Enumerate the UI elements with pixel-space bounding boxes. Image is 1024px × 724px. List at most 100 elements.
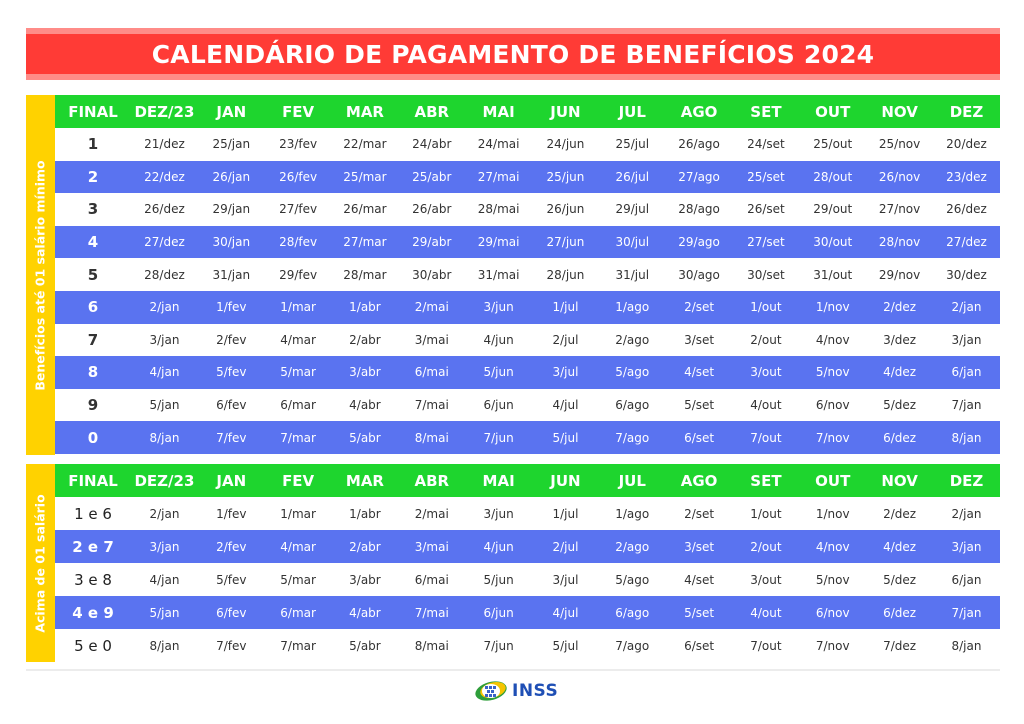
payment-date-cell: 8/mai [398,421,466,454]
column-header-month: FEV [264,95,332,128]
table-row: 1 e 6 2/jan 1/fev 1/mar 1/abr 2/mai 3/jun 1/jul… [55,497,1000,530]
payment-date-cell: 28/dez [144,267,185,282]
final-digit-cell: 8 [55,356,132,389]
payment-date-cell: 7/ago [598,421,666,454]
payment-date-cell: 4/set [684,572,715,587]
payment-date-cell: 6/fev [197,596,265,629]
payment-date-cell: 3/mai [414,332,449,347]
table-row: 8 4/jan 5/fev 5/mar 3/abr 6/mai 5/jun 3/jul 5/ag… [55,356,1000,389]
payment-date-cell: 5/fev [216,572,247,587]
column-header-month: JAN [197,95,265,128]
payment-date-cell: 3/dez [883,332,917,347]
payment-date-cell: 29/ago [665,225,733,259]
payment-date-cell: 2/set [665,290,733,324]
payment-date-cell: 5/jan [131,596,198,629]
payment-date-cell: 2/jul [532,530,599,563]
payment-date-cell: 23/dez [932,160,1000,194]
payment-date-cell: 3/out [750,572,782,587]
column-header-month: JUL [598,464,666,497]
payment-table-above-minimum-wage: FINAL DEZ/23 JAN FEV MAR ABR MAI JUN JUL AGO SET OU… [55,464,1000,662]
payment-date-cell: 28/ago [678,202,720,217]
payment-date-cell: 5/dez [883,572,917,587]
payment-date-cell: 28/nov [866,225,933,259]
payment-date-cell: 26/dez [946,202,987,217]
payment-date-cell: 2/jan [951,506,982,521]
payment-date-cell: 2/out [732,530,800,563]
payment-date-cell: 4/mar [280,332,316,347]
payment-date-cell: 8/mai [414,638,449,653]
payment-date-cell: 3/mai [398,530,466,563]
payment-date-cell: 4/jul [552,398,579,413]
column-header-month: ABR [398,95,466,128]
column-header-month: MAI [465,95,533,128]
payment-date-cell: 6/mar [264,596,332,629]
payment-date-cell: 5/abr [349,638,381,653]
payment-date-cell: 25/jun [532,160,599,194]
payment-date-cell: 4/jan [131,356,198,389]
payment-date-cell: 6/nov [815,398,850,413]
payment-date-cell: 6/jan [932,356,1000,389]
payment-date-cell: 1/ago [615,506,650,521]
payment-date-cell: 22/mar [343,137,387,152]
payment-date-cell: 3/set [684,332,715,347]
final-digit-cell: 4 [55,225,132,259]
payment-date-cell: 2/fev [197,530,265,563]
payment-date-cell: 28/mar [343,267,387,282]
payment-date-cell: 7/dez [883,638,917,653]
payment-date-cell: 26/mar [343,202,387,217]
payment-date-cell: 1/abr [331,290,399,324]
payment-date-cell: 27/nov [878,202,921,217]
payment-date-cell: 5/jun [483,572,514,587]
payment-date-cell: 1/ago [598,290,666,324]
section-above-minimum-wage: Acima de 01 salário FINAL DEZ/23 JAN FEV MAR… [26,464,1000,662]
final-digit-cell: 9 [87,396,99,415]
payment-date-cell: 7/jun [483,638,514,653]
payment-date-cell: 24/abr [412,137,452,152]
payment-date-cell: 3/jul [552,572,579,587]
final-digit-cell: 3 e 8 [74,570,112,589]
payment-date-cell: 25/mar [331,160,399,194]
payment-date-cell: 1/nov [815,506,850,521]
final-digit-cell: 7 [87,330,99,349]
payment-date-cell: 3/jun [465,290,533,324]
payment-date-cell: 5/fev [197,356,265,389]
column-header-month: DEZ/23 [131,464,198,497]
payment-date-cell: 27/dez [932,225,1000,259]
payment-date-cell: 29/fev [279,267,318,282]
payment-date-cell: 1/mar [264,290,332,324]
payment-date-cell: 31/out [813,267,853,282]
payment-date-cell: 1/abr [349,506,381,521]
payment-date-cell: 6/dez [866,421,933,454]
column-header-month: SET [732,95,800,128]
payment-date-cell: 30/jan [197,225,265,259]
payment-date-cell: 27/ago [665,160,733,194]
column-header-month: JAN [197,464,265,497]
table-row: 3 e 8 4/jan 5/fev 5/mar 3/abr 6/mai 5/jun 3/jul… [55,563,1000,596]
payment-date-cell: 7/mai [414,398,449,413]
table-row: 1 21/dez 25/jan 23/fev 22/mar 24/abr 24/mai 24/… [55,128,1000,161]
table-row: 4 e 9 5/jan 6/fev 6/mar 4/abr 7/mai 6/jun 4/jul… [55,596,1000,629]
payment-date-cell: 6/dez [866,596,933,629]
payment-date-cell: 2/dez [883,506,917,521]
payment-date-cell: 2/jul [552,332,579,347]
payment-date-cell: 26/jun [546,202,585,217]
table-row: 2 e 7 3/jan 2/fev 4/mar 2/abr 3/mai 4/jun 2/jul… [55,530,1000,563]
page-title: CALENDÁRIO DE PAGAMENTO DE BENEFÍCIOS 20… [151,39,875,69]
payment-date-cell: 20/dez [946,137,987,152]
payment-date-cell: 6/mar [280,398,316,413]
payment-date-cell: 5/jan [149,398,180,413]
payment-table-minimum-wage: FINAL DEZ/23 JAN FEV MAR ABR MAI JUN JUL AGO SET OU… [55,95,1000,454]
payment-date-cell: 3/set [665,530,733,563]
payment-date-cell: 26/ago [678,137,720,152]
payment-date-cell: 4/out [732,596,800,629]
payment-date-cell: 26/set [747,202,785,217]
payment-date-cell: 5/dez [883,398,917,413]
payment-date-cell: 2/mai [414,506,449,521]
column-header-final: FINAL [55,464,132,497]
payment-date-cell: 3/jun [483,506,514,521]
payment-date-cell: 29/jan [212,202,251,217]
payment-date-cell: 6/ago [615,398,650,413]
payment-date-cell: 31/jul [615,267,650,282]
payment-date-cell: 4/jun [483,332,514,347]
payment-date-cell: 27/set [732,225,800,259]
